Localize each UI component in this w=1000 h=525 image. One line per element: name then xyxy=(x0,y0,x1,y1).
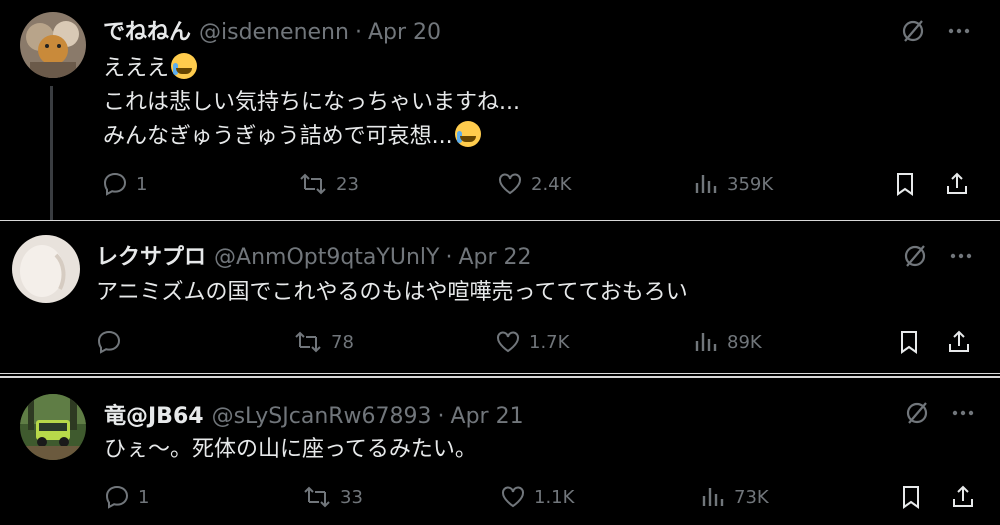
handle[interactable]: @isdenenenn xyxy=(199,20,349,45)
tweet-header: でねねん @isdenenenn · Apr 20 xyxy=(103,14,441,46)
like-count: 1.1K xyxy=(534,486,575,508)
like-button[interactable]: 1.7K xyxy=(495,329,569,355)
tweet-date[interactable]: Apr 20 xyxy=(368,20,441,45)
reply-icon xyxy=(105,485,129,509)
avatar[interactable] xyxy=(12,235,80,303)
tweet-2[interactable]: レクサプロ @AnmOpt9qtaYUnlY · Apr 22 アニミズムの国で… xyxy=(0,220,1000,374)
crying-face-icon xyxy=(454,121,481,147)
like-icon xyxy=(499,173,521,195)
handle[interactable]: @AnmOpt9qtaYUnlY xyxy=(214,245,439,270)
tweet-header: 竜@JB64 @sLySJcanRw67893 · Apr 21 xyxy=(104,398,524,430)
view-count: 359K xyxy=(727,173,774,195)
bookmark-icon xyxy=(903,486,919,509)
view-count: 73K xyxy=(734,486,769,508)
more-icon[interactable] xyxy=(946,18,972,44)
tweet-line: ひぇ〜。死体の山に座ってるみたい。 xyxy=(104,437,477,462)
display-name[interactable]: レクサプロ xyxy=(96,239,206,271)
tweet-top-icons xyxy=(904,400,976,426)
more-icon[interactable] xyxy=(948,243,974,269)
tweet-header: レクサプロ @AnmOpt9qtaYUnlY · Apr 22 xyxy=(96,239,532,271)
bookmark-button[interactable] xyxy=(897,329,921,355)
display-name[interactable]: でねねん xyxy=(103,14,191,46)
bookmark-icon xyxy=(897,173,913,196)
tweet-top-icons xyxy=(900,18,972,44)
tweet-actions: 1 33 1.1K 73K xyxy=(0,484,1000,518)
like-icon xyxy=(502,486,524,508)
like-count: 2.4K xyxy=(531,173,572,195)
retweet-icon xyxy=(300,173,326,195)
tweet-3[interactable]: 竜@JB64 @sLySJcanRw67893 · Apr 21 ひぇ〜。死体の… xyxy=(0,376,1000,525)
tweet-top-icons xyxy=(902,243,974,269)
bookmark-button[interactable] xyxy=(893,171,917,197)
share-icon xyxy=(947,172,967,194)
share-button[interactable] xyxy=(946,329,972,355)
retweet-button[interactable]: 23 xyxy=(298,171,359,197)
tweet-text: ひぇ〜。死体の山に座ってるみたい。 xyxy=(104,433,477,467)
views-icon xyxy=(695,175,717,193)
bookmark-icon xyxy=(901,331,917,354)
separator-dot: · xyxy=(354,20,362,45)
reply-button[interactable] xyxy=(96,329,130,355)
reply-count: 1 xyxy=(138,486,150,508)
reply-button[interactable]: 1 xyxy=(104,484,149,510)
reply-count: 1 xyxy=(136,173,148,195)
views-button[interactable]: 73K xyxy=(700,484,769,510)
share-button[interactable] xyxy=(944,171,970,197)
retweet-icon xyxy=(295,331,321,353)
avatar[interactable] xyxy=(20,394,86,460)
tweet-actions: 1 23 2.4K 359K xyxy=(0,171,1000,205)
share-button[interactable] xyxy=(950,484,976,510)
retweet-count: 78 xyxy=(331,331,354,353)
tweet-date[interactable]: Apr 21 xyxy=(451,404,524,429)
tweet-text: えええ これは悲しい気持ちになっちゃいますね... みんなぎゅうぎゅう詰めで可哀… xyxy=(103,52,520,154)
display-name[interactable]: 竜@JB64 xyxy=(104,398,204,430)
tweet-actions: 78 1.7K 89K xyxy=(0,329,1000,363)
handle[interactable]: @sLySJcanRw67893 xyxy=(212,404,432,429)
reply-icon xyxy=(103,172,127,196)
tweet-date[interactable]: Apr 22 xyxy=(458,245,531,270)
grok-icon[interactable] xyxy=(902,243,928,269)
reply-button[interactable]: 1 xyxy=(102,171,147,197)
retweet-count: 33 xyxy=(340,486,363,508)
tweet-1[interactable]: でねねん @isdenenenn · Apr 20 えええ これは悲しい気持ちに… xyxy=(0,0,1000,220)
avatar[interactable] xyxy=(20,12,86,78)
share-icon xyxy=(953,485,973,507)
views-button[interactable]: 359K xyxy=(693,171,773,197)
bookmark-button[interactable] xyxy=(899,484,923,510)
like-button[interactable]: 2.4K xyxy=(497,171,571,197)
loudly-crying-face-icon xyxy=(171,53,198,79)
retweet-count: 23 xyxy=(336,173,359,195)
like-count: 1.7K xyxy=(529,331,570,353)
grok-icon[interactable] xyxy=(904,400,930,426)
tweet-line: みんなぎゅうぎゅう詰めで可哀想... xyxy=(103,124,453,149)
tweet-text: アニミズムの国でこれやるのもはや喧嘩売っててておもろい xyxy=(96,276,688,310)
more-icon[interactable] xyxy=(950,400,976,426)
tweet-line: アニミズムの国でこれやるのもはや喧嘩売っててておもろい xyxy=(96,280,688,305)
views-button[interactable]: 89K xyxy=(693,329,762,355)
retweet-icon xyxy=(304,486,330,508)
separator-dot: · xyxy=(445,245,453,270)
reply-icon xyxy=(97,330,121,354)
retweet-button[interactable]: 78 xyxy=(293,329,354,355)
views-icon xyxy=(695,333,717,351)
like-icon xyxy=(497,331,519,353)
separator-dot: · xyxy=(437,404,445,429)
tweet-line: えええ xyxy=(103,56,170,81)
grok-icon[interactable] xyxy=(900,18,926,44)
view-count: 89K xyxy=(727,331,762,353)
retweet-button[interactable]: 33 xyxy=(302,484,363,510)
like-button[interactable]: 1.1K xyxy=(500,484,574,510)
views-icon xyxy=(702,488,724,506)
share-icon xyxy=(949,330,969,352)
tweet-line: これは悲しい気持ちになっちゃいますね... xyxy=(103,90,520,115)
